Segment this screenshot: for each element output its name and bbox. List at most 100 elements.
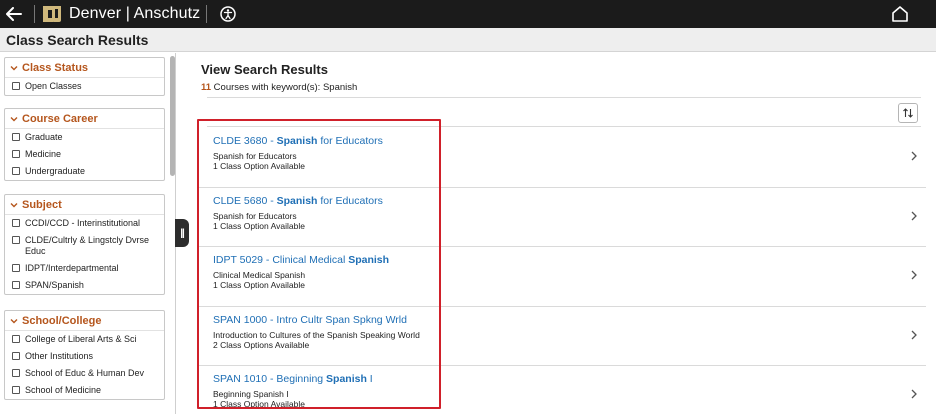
course-title-text: for Educators xyxy=(317,135,383,147)
course-description: Spanish for Educators xyxy=(213,210,297,221)
chevron-down-icon xyxy=(10,202,18,207)
result-row[interactable]: SPAN 1000 - Intro Cultr Span Spkng Wrld … xyxy=(197,307,926,366)
filter-group-subject: Subject CCDI/CCD - Interinstitutional CL… xyxy=(4,194,165,295)
chevron-right-icon xyxy=(911,330,917,339)
chevron-right-icon xyxy=(911,389,917,399)
filter-option-label: Medicine xyxy=(25,149,62,159)
filter-option[interactable]: Medicine xyxy=(5,146,164,163)
checkbox[interactable] xyxy=(12,167,20,175)
checkbox[interactable] xyxy=(12,150,20,158)
chevron-right-icon xyxy=(911,211,917,220)
results-heading: View Search Results xyxy=(201,62,328,77)
checkbox[interactable] xyxy=(12,352,20,360)
search-results-main: View Search Results 11 Courses with keyw… xyxy=(177,53,936,414)
course-title-link[interactable]: CLDE 5680 - Spanish for Educators xyxy=(213,195,926,208)
checkbox[interactable] xyxy=(12,386,20,394)
filter-option-label: School of Medicine xyxy=(25,385,102,395)
filter-option-label: Undergraduate xyxy=(25,166,86,176)
filter-option[interactable]: SPAN/Spanish xyxy=(5,277,164,294)
filter-option-label: Graduate xyxy=(25,132,63,142)
course-title-link[interactable]: IDPT 5029 - Clinical Medical Spanish xyxy=(213,254,926,267)
page-title-bar: Class Search Results xyxy=(0,28,936,52)
course-title-keyword: Spanish xyxy=(276,135,318,147)
filter-option[interactable]: CLDE/Cultrly & Lingstcly Dvrse Educ xyxy=(5,232,164,260)
chevron-down-icon xyxy=(10,65,18,70)
checkbox[interactable] xyxy=(12,281,20,289)
filter-option-label: Open Classes xyxy=(25,81,82,91)
results-count: 11 Courses with keyword(s): Spanish xyxy=(201,82,357,93)
filter-option[interactable]: Undergraduate xyxy=(5,163,164,180)
filter-group-title: School/College xyxy=(22,314,102,327)
class-option-count: 1 Class Option Available xyxy=(213,220,305,231)
chevron-right-icon xyxy=(911,270,917,280)
course-description: Spanish for Educators xyxy=(213,151,297,161)
filter-option-label: SPAN/Spanish xyxy=(25,280,84,290)
chevron-right-icon xyxy=(911,151,917,161)
checkbox[interactable] xyxy=(12,133,20,141)
filter-option-label: School of Educ & Human Dev xyxy=(25,368,145,378)
home-icon[interactable] xyxy=(890,4,910,24)
course-title-text: SPAN 1010 - Beginning xyxy=(213,373,327,385)
accessibility-icon[interactable] xyxy=(217,3,239,25)
checkbox[interactable] xyxy=(12,82,20,90)
filter-option[interactable]: IDPT/Interdepartmental xyxy=(5,260,164,277)
results-list: CLDE 3680 - Spanish for Educators Spanis… xyxy=(197,128,926,414)
filter-option-label: IDPT/Interdepartmental xyxy=(25,263,119,273)
filter-option[interactable]: Other Institutions xyxy=(5,348,164,365)
filter-option[interactable]: Open Classes xyxy=(5,78,164,95)
sort-toolbar xyxy=(207,97,921,127)
filter-group-class-status: Class Status Open Classes xyxy=(4,57,165,96)
filter-option-label: Other Institutions xyxy=(25,351,94,361)
sort-button[interactable] xyxy=(898,103,918,123)
filter-group-title: Subject xyxy=(22,198,62,211)
sort-icon xyxy=(903,108,913,118)
page-title: Class Search Results xyxy=(6,31,149,48)
checkbox[interactable] xyxy=(12,264,20,272)
filter-option-label: CCDI/CCD - Interinstitutional xyxy=(25,218,141,228)
back-arrow-icon[interactable] xyxy=(0,0,28,28)
filter-group-header[interactable]: Class Status xyxy=(5,58,164,78)
result-row[interactable]: SPAN 1010 - Beginning Spanish I Beginnin… xyxy=(197,366,926,414)
filter-option[interactable]: School of Educ & Human Dev xyxy=(5,365,164,382)
course-title-text: for Educators xyxy=(317,194,383,207)
checkbox[interactable] xyxy=(12,219,20,227)
filter-panel: Class Status Open Classes Course Career … xyxy=(0,53,176,414)
class-option-count: 1 Class Option Available xyxy=(213,161,305,171)
filter-option[interactable]: School of Medicine xyxy=(5,382,164,399)
course-title-keyword: Spanish xyxy=(326,373,367,385)
checkbox[interactable] xyxy=(12,335,20,343)
class-option-count: 1 Class Option Available xyxy=(213,280,305,290)
course-title-link[interactable]: SPAN 1000 - Intro Cultr Span Spkng Wrld xyxy=(213,314,926,327)
filter-group-header[interactable]: Subject xyxy=(5,195,164,215)
course-title-text: CLDE 3680 - xyxy=(213,135,277,147)
result-row[interactable]: CLDE 3680 - Spanish for Educators Spanis… xyxy=(197,128,926,188)
filter-option-label: CLDE/Cultrly & Lingstcly Dvrse Educ xyxy=(25,235,150,256)
result-row[interactable]: CLDE 5680 - Spanish for Educators Spanis… xyxy=(197,188,926,247)
class-option-count: 1 Class Option Available xyxy=(213,399,305,409)
checkbox[interactable] xyxy=(12,369,20,377)
results-count-number: 11 xyxy=(201,82,212,93)
result-row[interactable]: IDPT 5029 - Clinical Medical Spanish Cli… xyxy=(197,247,926,307)
filter-group-header[interactable]: Course Career xyxy=(5,109,164,129)
filter-scrollbar[interactable] xyxy=(170,56,175,176)
chevron-down-icon xyxy=(10,116,18,121)
filter-option[interactable]: CCDI/CCD - Interinstitutional xyxy=(5,215,164,232)
university-logo[interactable]: Denver | Anschutz xyxy=(41,0,200,28)
filter-option-label: College of Liberal Arts & Sci xyxy=(25,334,137,344)
checkbox[interactable] xyxy=(12,236,20,244)
class-option-count: 2 Class Options Available xyxy=(213,339,310,350)
course-title-text: IDPT 5029 - Clinical Medical xyxy=(213,254,349,266)
brand-name: Denver | Anschutz xyxy=(69,5,201,22)
filter-group-header[interactable]: School/College xyxy=(5,311,164,331)
cu-logo-icon xyxy=(41,4,63,24)
course-title-keyword: Spanish xyxy=(276,194,318,207)
course-title-link[interactable]: SPAN 1010 - Beginning Spanish I xyxy=(213,373,926,386)
course-description: Beginning Spanish I xyxy=(213,389,289,399)
filter-group-course-career: Course Career Graduate Medicine Undergra… xyxy=(4,108,165,181)
filter-option[interactable]: Graduate xyxy=(5,129,164,146)
course-title-link[interactable]: CLDE 3680 - Spanish for Educators xyxy=(213,135,926,148)
results-count-text: Courses with keyword(s): Spanish xyxy=(211,82,358,93)
divider xyxy=(34,5,35,23)
course-title-text: CLDE 5680 - xyxy=(213,194,277,207)
filter-option[interactable]: College of Liberal Arts & Sci xyxy=(5,331,164,348)
